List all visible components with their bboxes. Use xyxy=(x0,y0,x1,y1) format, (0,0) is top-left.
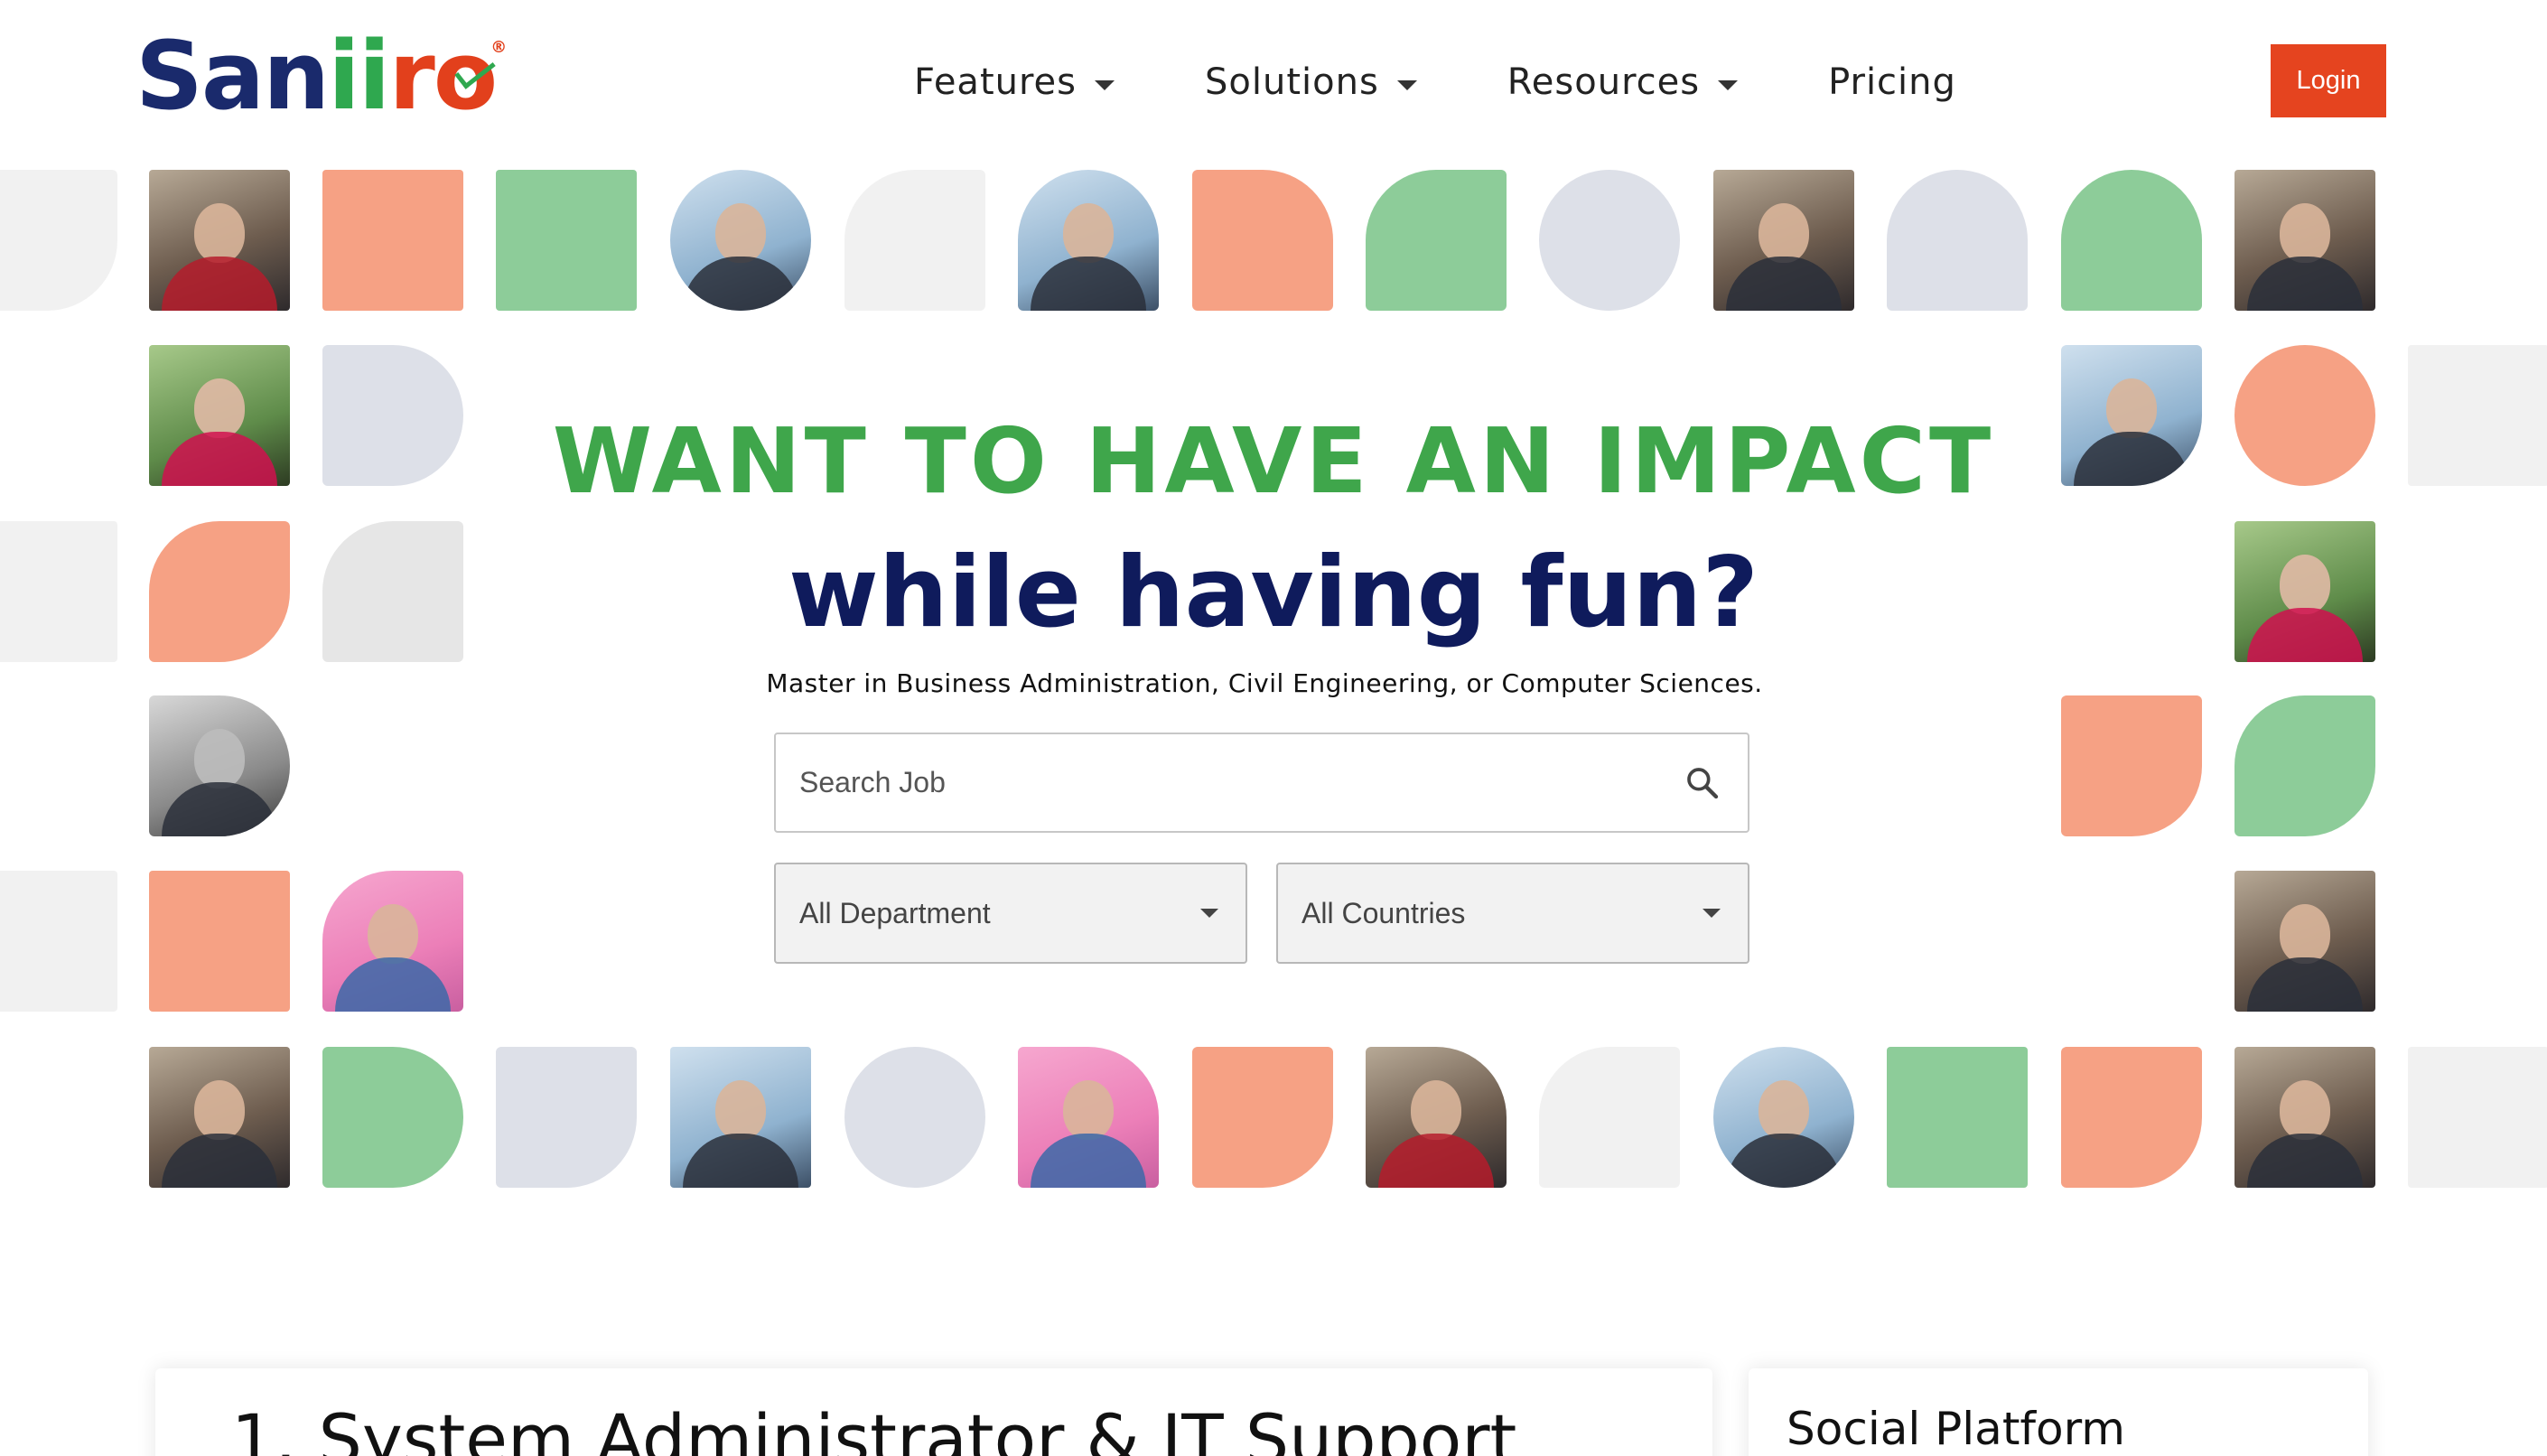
main-nav: Features Solutions Resources Pricing xyxy=(914,52,2047,112)
chevron-down-icon xyxy=(1200,909,1218,918)
decor-tile xyxy=(1192,1047,1333,1188)
person-photo xyxy=(1713,170,1854,311)
person-photo xyxy=(1366,1047,1507,1188)
decor-tile xyxy=(149,871,290,1012)
person-photo xyxy=(670,1047,811,1188)
decor-tile xyxy=(2061,1047,2202,1188)
chevron-down-icon xyxy=(1396,79,1417,90)
nav-item-solutions[interactable]: Solutions xyxy=(1205,61,1417,103)
chevron-down-icon xyxy=(1718,79,1739,90)
chevron-down-icon xyxy=(1095,79,1115,90)
person-photo xyxy=(149,170,290,311)
logo-wordmark: Saniiro xyxy=(135,21,498,131)
nav-item-pricing[interactable]: Pricing xyxy=(1828,61,1956,103)
person-photo xyxy=(149,695,290,836)
decor-tile xyxy=(496,1047,637,1188)
hero-description: Master in Business Administration, Civil… xyxy=(766,668,1763,698)
person-photo xyxy=(149,1047,290,1188)
country-select[interactable]: All Countries xyxy=(1276,863,1749,964)
search-input[interactable] xyxy=(799,734,1666,831)
decor-tile xyxy=(0,871,117,1012)
decor-tile xyxy=(0,170,117,311)
person-photo xyxy=(2234,871,2375,1012)
chevron-down-icon xyxy=(1703,909,1721,918)
hero-subtitle: while having fun? xyxy=(788,537,1759,649)
decor-tile xyxy=(1539,170,1680,311)
nav-item-label: Solutions xyxy=(1205,61,1379,103)
decor-tile xyxy=(2234,695,2375,836)
person-photo xyxy=(322,871,463,1012)
person-photo xyxy=(670,170,811,311)
job-search xyxy=(774,733,1749,833)
department-select-value: All Department xyxy=(799,896,991,929)
person-photo xyxy=(1713,1047,1854,1188)
hero-title: WANT TO HAVE AN IMPACT xyxy=(552,408,1995,514)
job-card[interactable]: 1. System Administrator & IT Support xyxy=(155,1368,1712,1456)
job-title[interactable]: 1. System Administrator & IT Support xyxy=(231,1399,1516,1456)
site-header: Saniiro ® Features Solutions Resources P… xyxy=(0,0,2547,164)
decor-tile xyxy=(1366,170,1507,311)
decor-tile xyxy=(844,1047,985,1188)
nav-item-label: Resources xyxy=(1507,61,1701,103)
registered-mark-icon: ® xyxy=(490,38,508,57)
decor-tile xyxy=(1539,1047,1680,1188)
decor-tile xyxy=(1192,170,1333,311)
person-photo xyxy=(2234,170,2375,311)
decor-tile xyxy=(1887,170,2028,311)
nav-item-label: Pricing xyxy=(1828,61,1956,103)
nav-item-resources[interactable]: Resources xyxy=(1507,61,1739,103)
person-photo xyxy=(2234,1047,2375,1188)
country-select-value: All Countries xyxy=(1301,896,1466,929)
brand-logo[interactable]: Saniiro ® xyxy=(135,21,507,131)
login-button[interactable]: Login xyxy=(2271,44,2386,117)
decor-tile xyxy=(322,1047,463,1188)
person-photo xyxy=(1018,170,1159,311)
nav-item-features[interactable]: Features xyxy=(914,61,1115,103)
panel-title: Social Platform xyxy=(1787,1403,2125,1455)
social-platform-panel: Social Platform xyxy=(1749,1368,2368,1456)
decor-tile xyxy=(496,170,637,311)
person-photo xyxy=(1018,1047,1159,1188)
decor-tile xyxy=(2061,695,2202,836)
nav-item-label: Features xyxy=(914,61,1077,103)
decor-tile xyxy=(1887,1047,2028,1188)
decor-tile xyxy=(2408,1047,2547,1188)
department-select[interactable]: All Department xyxy=(774,863,1247,964)
decor-tile xyxy=(322,170,463,311)
decor-tile xyxy=(2061,170,2202,311)
search-icon[interactable] xyxy=(1684,765,1721,801)
decor-tile xyxy=(844,170,985,311)
